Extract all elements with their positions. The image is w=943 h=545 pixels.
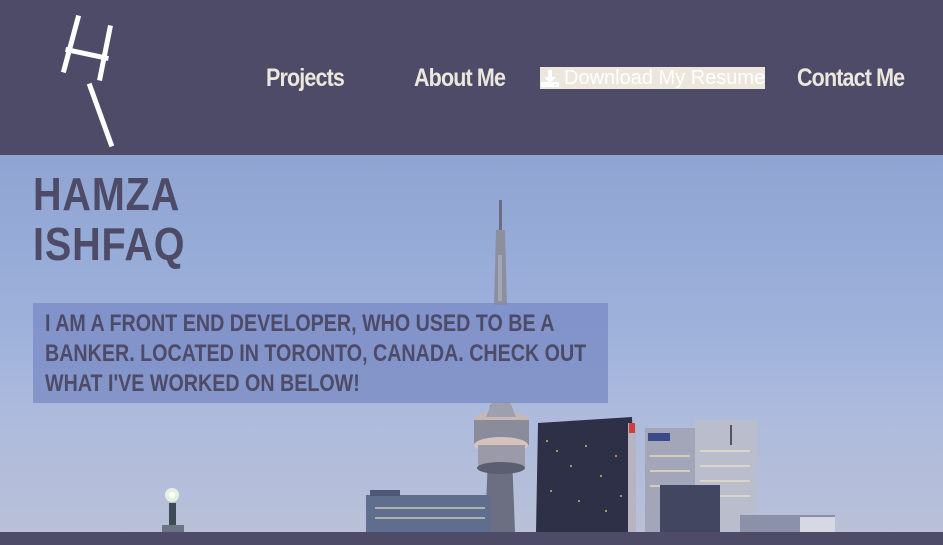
site-header: Projects About Me Download My Resume Con…	[0, 0, 943, 155]
download-resume-label: Download My Resume	[564, 67, 765, 89]
bottom-bar	[0, 532, 943, 545]
nav-contact-link[interactable]: Contact Me	[797, 58, 905, 98]
bio-text: I am a front end developer, who used to …	[45, 310, 587, 397]
main-nav: Projects About Me Download My Resume Con…	[0, 58, 943, 98]
bio-box: I am a front end developer, who used to …	[33, 303, 608, 403]
hero-name: HAMZA ISHFAQ	[33, 169, 185, 269]
nav-about-link[interactable]: About Me	[414, 58, 506, 98]
name-first: HAMZA	[33, 168, 181, 220]
hero-section: HAMZA ISHFAQ I am a front end developer,…	[0, 155, 943, 532]
download-icon	[541, 70, 559, 87]
nav-projects-link[interactable]: Projects	[266, 58, 345, 98]
name-last: ISHFAQ	[33, 218, 186, 270]
office-tower-dark	[536, 417, 636, 532]
lighthouse	[162, 488, 184, 532]
download-resume-button[interactable]: Download My Resume	[540, 67, 765, 89]
